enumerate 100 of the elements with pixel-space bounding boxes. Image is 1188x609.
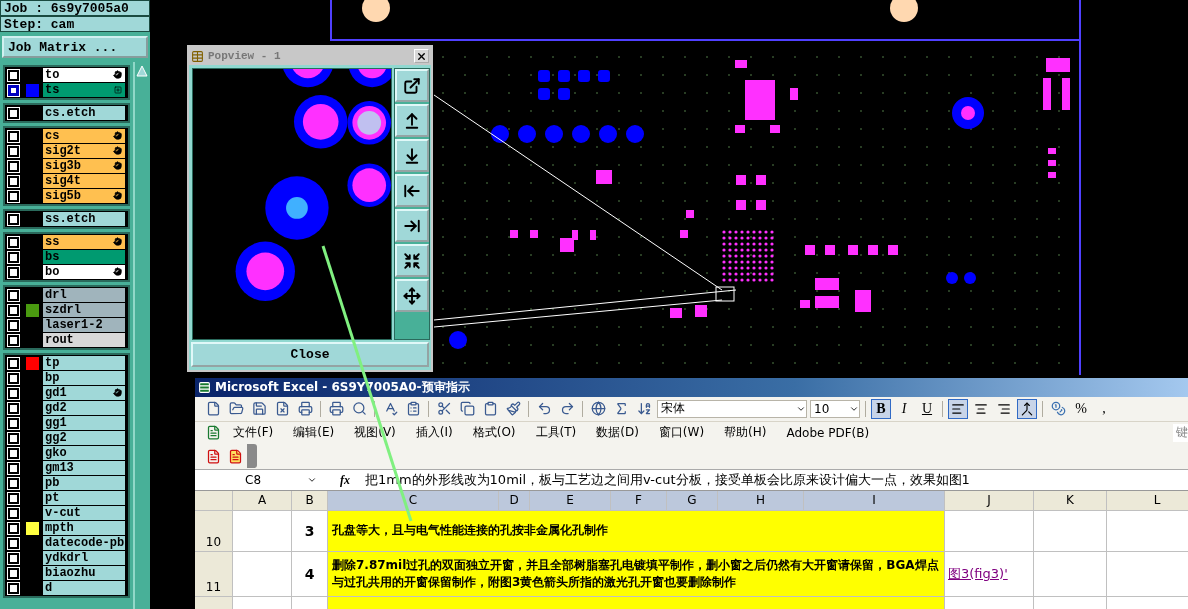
layer-name[interactable]: mpth (43, 521, 125, 535)
menu-item[interactable]: 窗口(W) (648, 424, 715, 441)
column-header[interactable]: A (233, 491, 291, 510)
layer-name[interactable]: rout (43, 333, 125, 347)
layer-checkbox[interactable] (8, 492, 19, 504)
column-header[interactable]: K (1034, 491, 1106, 510)
layer-name[interactable]: datecode-pb (43, 536, 125, 550)
layer-checkbox[interactable] (8, 522, 19, 534)
column-header[interactable]: L (1107, 491, 1188, 510)
save-icon[interactable] (251, 401, 267, 417)
view-tool-button[interactable] (395, 244, 429, 277)
close-button[interactable]: Close (191, 342, 429, 367)
format-button[interactable]: I (894, 398, 914, 419)
undo-icon[interactable] (536, 401, 552, 417)
layer-name[interactable]: ydkdrl (43, 551, 125, 565)
layer-checkbox[interactable] (8, 266, 19, 278)
layer-checkbox[interactable] (8, 69, 19, 81)
layer-name[interactable]: gd2 (43, 401, 125, 415)
font-size-field[interactable]: 10 (810, 399, 860, 418)
column-header[interactable]: D (499, 491, 529, 510)
layer-name[interactable]: gd1 (43, 386, 125, 400)
layer-checkbox[interactable] (8, 507, 19, 519)
pdf-icon[interactable] (205, 448, 221, 464)
layer-name[interactable]: to (43, 68, 125, 82)
layer-checkbox[interactable] (8, 236, 19, 248)
menu-item[interactable]: 编辑(E) (283, 424, 345, 441)
redo-icon[interactable] (559, 401, 575, 417)
format-button[interactable]: U (917, 398, 937, 419)
layer-name[interactable]: cs (43, 129, 125, 143)
layer-name[interactable]: sig3b (43, 159, 125, 173)
layer-checkbox[interactable] (8, 537, 19, 549)
column-header[interactable]: I (804, 491, 944, 510)
toolbar-grip[interactable] (247, 444, 257, 469)
globe-icon[interactable] (590, 401, 606, 417)
view-tool-button[interactable] (395, 209, 429, 242)
column-header[interactable]: G (667, 491, 717, 510)
layer-checkbox[interactable] (8, 432, 19, 444)
column-header[interactable]: E (530, 491, 610, 510)
coins-icon[interactable] (1050, 401, 1066, 417)
layer-name[interactable]: drl (43, 288, 125, 302)
link[interactable]: 图3(fig3)' (948, 565, 1008, 583)
layer-name[interactable]: gg1 (43, 416, 125, 430)
layer-name[interactable]: tp (43, 356, 125, 370)
layer-name[interactable]: szdrl (43, 303, 125, 317)
layer-checkbox[interactable] (8, 107, 19, 119)
column-header[interactable]: J (945, 491, 1033, 510)
layer-checkbox[interactable] (8, 462, 19, 474)
printer-icon[interactable] (297, 401, 313, 417)
menu-item[interactable]: 工具(T) (525, 424, 587, 441)
new-file-icon[interactable] (205, 401, 221, 417)
row-header[interactable]: 10 (195, 511, 232, 551)
layer-checkbox[interactable] (8, 387, 19, 399)
layer-name[interactable]: sig2t (43, 144, 125, 158)
layer-checkbox[interactable] (8, 190, 19, 202)
layer-name[interactable]: gko (43, 446, 125, 460)
view-tool-button[interactable] (395, 139, 429, 172)
layer-name[interactable]: laser1-2 (43, 318, 125, 332)
sort-icon[interactable] (636, 401, 652, 417)
menu-item[interactable]: 文件(F) (223, 424, 284, 441)
copy-icon[interactable] (459, 401, 475, 417)
function-label[interactable]: fx (325, 472, 365, 488)
menu-item[interactable]: Adobe PDF(B) (776, 425, 880, 440)
layer-checkbox[interactable] (8, 417, 19, 429)
layer-name[interactable]: gm13 (43, 461, 125, 475)
menu-item[interactable]: 帮助(H) (714, 424, 777, 441)
layer-checkbox[interactable] (8, 251, 19, 263)
layer-name[interactable]: pt (43, 491, 125, 505)
layer-name[interactable]: ts (43, 83, 125, 97)
folder-icon[interactable] (228, 401, 244, 417)
menu-item[interactable]: 插入(I) (405, 424, 463, 441)
scissors-icon[interactable] (436, 401, 452, 417)
clipboard-icon[interactable] (405, 401, 421, 417)
row-header[interactable]: 11 (195, 552, 232, 596)
layer-name[interactable]: bs (43, 250, 125, 264)
view-tool-button[interactable] (395, 279, 429, 312)
menu-item[interactable]: 数据(D) (586, 424, 649, 441)
layer-name[interactable]: cs.etch (43, 106, 125, 120)
layer-checkbox[interactable] (8, 582, 19, 594)
view-tool-button[interactable] (395, 69, 429, 102)
job-matrix-button[interactable]: Job Matrix ... (2, 36, 148, 58)
layer-name[interactable]: ss.etch (43, 212, 125, 226)
close-button[interactable] (414, 49, 429, 63)
number-format-button[interactable]: , (1094, 398, 1114, 419)
layer-name[interactable]: d (43, 581, 125, 595)
view-tool-button[interactable] (395, 104, 429, 137)
layer-name[interactable]: sig5b (43, 189, 125, 203)
layer-name[interactable]: ss (43, 235, 125, 249)
layer-checkbox[interactable] (8, 552, 19, 564)
pdf-comment-icon[interactable] (227, 448, 243, 464)
layer-checkbox[interactable] (8, 289, 19, 301)
layer-checkbox[interactable] (8, 145, 19, 157)
layer-checkbox[interactable] (8, 334, 19, 346)
layer-checkbox[interactable] (8, 175, 19, 187)
scrollbar[interactable] (133, 62, 150, 609)
font-field[interactable]: 宋体 (657, 399, 807, 418)
layer-checkbox[interactable] (8, 130, 19, 142)
layer-name[interactable]: pb (43, 476, 125, 490)
layer-checkbox[interactable] (8, 84, 19, 96)
brush-icon[interactable] (505, 401, 521, 417)
format-button[interactable]: B (871, 398, 891, 419)
